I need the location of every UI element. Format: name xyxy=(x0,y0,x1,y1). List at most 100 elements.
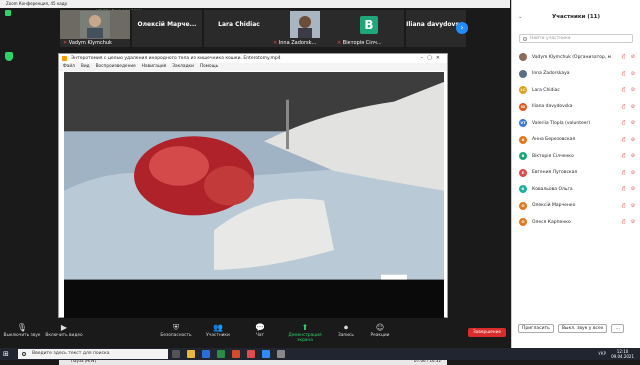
player-menu-bar: Файл Вид Воспроизведение Навигация Закла… xyxy=(59,63,447,71)
participant-thumb[interactable]: Олексій Марче... xyxy=(132,10,202,47)
zoom-app-icon[interactable] xyxy=(262,350,270,358)
muted-mic-video-icon: 🎙̸ ⊘ xyxy=(622,202,637,209)
participant-name: Анна Березовская xyxy=(532,137,576,143)
share-screen-icon: ⬆ xyxy=(301,323,309,332)
reactions-button[interactable]: ☺ Реакции xyxy=(360,322,400,338)
participant-thumb-name: ✕ Inna Zadorsk... xyxy=(273,40,317,46)
participant-name: Iliana davydovska xyxy=(532,104,573,110)
collapse-chevron-icon[interactable]: ⌄ xyxy=(518,0,523,34)
participant-thumb[interactable]: ✕ Vadym Klymchuk xyxy=(60,10,130,47)
avatar xyxy=(519,69,527,78)
muted-mic-video-icon: 🎙̸ ⊘ xyxy=(622,70,637,77)
panel-header: ⌄ Участники (11) xyxy=(512,0,640,34)
browser-icon[interactable] xyxy=(247,350,255,358)
avatar-area: B xyxy=(334,10,404,39)
chat-button[interactable]: 💬 Чат xyxy=(240,322,280,338)
system-tray[interactable]: УКР xyxy=(598,351,606,356)
participant-name: Олексій Марченко xyxy=(532,203,576,209)
participants-icon: 👥 xyxy=(213,323,223,332)
participant-thumb[interactable]: Lara Chidiac xyxy=(204,10,274,47)
windows-taskbar: ⊞ Введите здесь текст для поиска УКР 12:… xyxy=(0,348,640,360)
taskbar-search-input[interactable]: Введите здесь текст для поиска xyxy=(18,349,168,359)
participant-row[interactable]: ID Iliana davydovska 🎙̸ ⊘ xyxy=(512,99,640,116)
participant-name: Ковальова Ольга xyxy=(532,186,573,192)
avatar: К xyxy=(519,185,527,194)
participant-row[interactable]: Vadym Klymchuk (Организатор, м 🎙̸ ⊘ xyxy=(512,49,640,66)
microphone-icon: 🎙 xyxy=(16,323,28,332)
participant-thumb[interactable]: ✕ Inna Zadorsk... xyxy=(270,10,340,47)
security-button[interactable]: ⛨ Безопасность xyxy=(156,322,196,338)
avatar: ID xyxy=(519,102,527,111)
media-player-icon[interactable] xyxy=(277,350,285,358)
muted-mic-video-icon: 🎙̸ ⊘ xyxy=(622,87,637,93)
avatar: А xyxy=(519,135,527,144)
gallery-strip: ✕ Vadym Klymchuk Олексій Марче... Lara C… xyxy=(60,10,510,47)
participant-row[interactable]: А Анна Березовская 🎙̸ ⊘ xyxy=(512,132,640,149)
participant-name: Lara Chidiac xyxy=(532,87,560,93)
window-controls[interactable]: –▢✕ xyxy=(421,54,444,63)
muted-mic-video-icon: 🎙̸ ⊘ xyxy=(622,153,637,159)
avatar-letter: B xyxy=(360,15,378,34)
task-view-icon[interactable] xyxy=(172,350,180,358)
excel-icon[interactable] xyxy=(217,350,225,358)
word-icon[interactable] xyxy=(202,350,210,358)
menu-help[interactable]: Помощь xyxy=(200,63,218,71)
mute-button[interactable]: 🎙 Выключить звук xyxy=(2,322,42,338)
participant-thumb[interactable]: B ✕ Вікторія Сілч... xyxy=(334,10,404,47)
participants-panel: ⌄ Участники (11) Найти участника Vadym K… xyxy=(511,0,640,348)
next-page-button[interactable]: › xyxy=(456,22,468,34)
menu-file[interactable]: Файл xyxy=(63,63,75,71)
participant-name: Евгения Луговская xyxy=(532,170,578,176)
camera-icon: ▶ xyxy=(60,323,68,332)
menu-playback[interactable]: Воспроизведение xyxy=(96,63,136,71)
participant-row[interactable]: О Олексій Марченко 🎙̸ ⊘ xyxy=(512,198,640,215)
participant-thumb-name: ✕ Вікторія Сілч... xyxy=(337,40,382,46)
participants-button[interactable]: 👥 Участники xyxy=(198,322,238,338)
avatar: Е xyxy=(519,168,527,177)
shield-icon xyxy=(5,52,13,61)
participant-name: Олеся Карпенко xyxy=(532,219,571,225)
participant-row[interactable]: О Олеся Карпенко 🎙̸ ⊘ xyxy=(512,214,640,231)
start-video-button[interactable]: ▶ Включить видео xyxy=(44,322,84,338)
menu-bookmarks[interactable]: Закладки xyxy=(172,63,194,71)
participant-list: Vadym Klymchuk (Организатор, м 🎙̸ ⊘ Inna Z… xyxy=(512,49,640,231)
muted-mic-video-icon: 🎙̸ ⊘ xyxy=(622,169,637,176)
muted-mic-video-icon: 🎙̸ ⊘ xyxy=(622,186,637,192)
search-placeholder: Найти участника xyxy=(530,36,571,41)
panel-title: Участники (11) xyxy=(551,14,600,20)
powerpoint-icon[interactable] xyxy=(232,350,240,358)
participant-row[interactable]: Е Евгения Луговская 🎙̸ ⊘ xyxy=(512,165,640,182)
avatar: LC xyxy=(519,86,527,95)
participant-search-input[interactable]: Найти участника xyxy=(519,34,633,43)
zoom-title: Zoom Конференция, 45 кадр xyxy=(6,1,68,6)
participant-row[interactable]: VT Valeriia Tlopla (volunteer) 🎙̸ ⊘ xyxy=(512,115,640,132)
muted-mic-video-icon: 🎙̸ ⊘ xyxy=(622,103,637,110)
taskbar-search-placeholder: Введите здесь текст для поиска xyxy=(32,351,110,356)
windows-start-icon[interactable]: ⊞ xyxy=(3,350,11,358)
person-video-icon xyxy=(290,11,320,38)
more-button[interactable]: … xyxy=(611,323,624,333)
panel-footer: Пригласить Выкл. звук у всех … xyxy=(512,322,640,334)
chat-icon: 💬 xyxy=(255,323,265,332)
avatar: VT xyxy=(519,119,527,128)
participant-row[interactable]: LC Lara Chidiac 🎙̸ ⊘ xyxy=(512,82,640,99)
player-app-icon xyxy=(62,56,67,61)
video-feed xyxy=(270,10,340,39)
menu-view[interactable]: Вид xyxy=(81,63,90,71)
mute-all-button[interactable]: Выкл. звук у всех xyxy=(557,323,608,333)
video-frame[interactable] xyxy=(64,72,444,337)
participant-row[interactable]: К Ковальова Ольга 🎙̸ ⊘ xyxy=(512,181,640,198)
participant-row[interactable]: Inna Zadorskaya 🎙̸ ⊘ xyxy=(512,66,640,83)
zoom-title-bar: Zoom Конференция, 45 кадр xyxy=(0,0,510,8)
participant-row[interactable]: В Вікторія Сілченко 🎙̸ ⊘ xyxy=(512,148,640,165)
participant-name: Вікторія Сілченко xyxy=(532,153,574,159)
share-screen-button[interactable]: ⬆ Демонстрация экрана xyxy=(282,322,328,343)
participant-name: Inna Zadorskaya xyxy=(532,71,570,77)
meeting-toolbar: 🎙 Выключить звук ▶ Включить видео ⛨ Безопас… xyxy=(0,318,511,348)
invite-button[interactable]: Пригласить xyxy=(518,323,554,333)
taskbar-clock[interactable]: 12:10 09.04.2021 xyxy=(611,349,634,359)
file-explorer-icon[interactable] xyxy=(187,350,195,358)
end-meeting-button[interactable]: Завершение xyxy=(468,328,506,337)
menu-navigation[interactable]: Навигация xyxy=(142,63,166,71)
reactions-icon: ☺ xyxy=(375,323,385,332)
